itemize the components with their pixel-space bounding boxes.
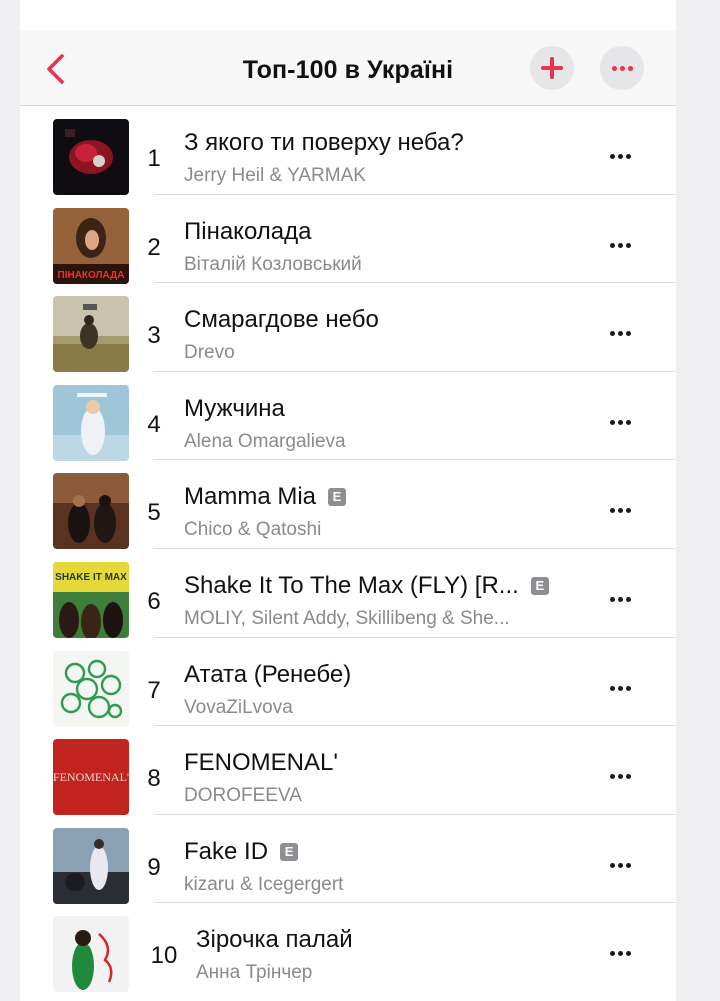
more-options-button[interactable] bbox=[600, 46, 644, 90]
track-rank: 10 bbox=[150, 942, 178, 970]
track-rank: 6 bbox=[147, 587, 161, 615]
ellipsis-icon bbox=[610, 596, 631, 602]
track-artist: DOROFEEVA bbox=[184, 785, 302, 807]
track-row[interactable]: 1 З якого ти поверху неба? Jerry Heil & … bbox=[20, 106, 676, 195]
track-artist: VovaZiLvova bbox=[184, 696, 293, 718]
ellipsis-icon bbox=[610, 508, 631, 514]
track-more-button[interactable] bbox=[610, 862, 631, 868]
track-title: Мужчина bbox=[184, 394, 285, 422]
track-artist: Анна Трінчер bbox=[196, 962, 313, 984]
track-artist: Alena Omargalieva bbox=[184, 430, 346, 452]
track-rank: 2 bbox=[147, 233, 161, 261]
add-button[interactable] bbox=[530, 46, 574, 90]
track-rank: 8 bbox=[147, 765, 161, 793]
album-art: ПІНАКОЛАДА bbox=[53, 207, 129, 284]
ellipsis-icon bbox=[610, 419, 631, 425]
track-title: Зірочка палай bbox=[196, 926, 353, 954]
svg-text:ПІНАКОЛАДА: ПІНАКОЛАДА bbox=[58, 270, 125, 281]
track-row[interactable]: 4 Мужчина Alena Omargalieva bbox=[20, 372, 676, 461]
track-title: Атата (Ренебе) bbox=[184, 660, 352, 688]
ellipsis-icon bbox=[611, 65, 633, 71]
track-more-button[interactable] bbox=[610, 419, 631, 425]
explicit-badge: E bbox=[280, 842, 299, 861]
explicit-badge: E bbox=[530, 576, 549, 595]
track-title: З якого ти поверху неба? bbox=[184, 129, 464, 156]
track-artist: Віталій Козловський bbox=[184, 253, 362, 275]
ellipsis-icon bbox=[610, 154, 631, 159]
ellipsis-icon bbox=[610, 951, 631, 957]
nav-header: Топ-100 в Україні bbox=[20, 30, 676, 106]
track-more-button[interactable] bbox=[610, 154, 631, 159]
track-row[interactable]: SHAKE IT MAX 6 Shake It To The Max (FLY)… bbox=[20, 549, 676, 638]
album-art bbox=[53, 296, 129, 373]
track-row[interactable]: 5 Mamma Mia E Chico & Qatoshi bbox=[20, 460, 676, 550]
album-art bbox=[53, 650, 129, 727]
track-rank: 5 bbox=[147, 499, 161, 527]
album-art: FENOMENAL' bbox=[53, 739, 129, 816]
ellipsis-icon bbox=[610, 862, 631, 868]
explicit-badge: E bbox=[328, 488, 347, 507]
track-title: Смарагдове небо bbox=[184, 306, 379, 334]
track-more-button[interactable] bbox=[610, 596, 631, 602]
album-art bbox=[53, 916, 129, 993]
track-row[interactable]: 7 Атата (Ренебе) VovaZiLvova bbox=[20, 638, 676, 727]
track-more-button[interactable] bbox=[610, 331, 631, 337]
album-art bbox=[53, 473, 129, 550]
plus-icon bbox=[541, 57, 563, 79]
track-title: Пінаколада bbox=[184, 217, 312, 245]
track-more-button[interactable] bbox=[610, 508, 631, 514]
ellipsis-icon bbox=[610, 242, 631, 248]
track-rank: 1 bbox=[147, 145, 161, 172]
track-rank: 4 bbox=[147, 410, 161, 438]
track-more-button[interactable] bbox=[610, 242, 631, 248]
track-row[interactable]: ПІНАКОЛАДА 2 Пінаколада Віталій Козловсь… bbox=[20, 195, 676, 284]
album-art bbox=[53, 827, 129, 904]
track-artist: Chico & Qatoshi bbox=[184, 519, 322, 541]
track-list: 1 З якого ти поверху неба? Jerry Heil & … bbox=[20, 106, 676, 993]
track-artist: Drevo bbox=[184, 342, 235, 364]
track-artist: kizaru & Icegergert bbox=[184, 873, 344, 895]
track-more-button[interactable] bbox=[610, 685, 631, 691]
album-art: SHAKE IT MAX bbox=[53, 561, 129, 638]
svg-text:FENOMENAL': FENOMENAL' bbox=[53, 770, 129, 784]
track-rank: 9 bbox=[147, 853, 161, 881]
svg-text:SHAKE IT MAX: SHAKE IT MAX bbox=[55, 572, 127, 583]
track-rank: 3 bbox=[147, 322, 161, 350]
track-title: Fake ID E bbox=[184, 838, 564, 866]
track-title: Mamma Mia E bbox=[184, 483, 564, 511]
track-row[interactable]: 10 Зірочка палай Анна Трінчер bbox=[20, 903, 676, 993]
track-title: Shake It To The Max (FLY) [R... E bbox=[184, 572, 564, 600]
track-more-button[interactable] bbox=[610, 951, 631, 957]
track-artist: Jerry Heil & YARMAK bbox=[184, 165, 366, 186]
ellipsis-icon bbox=[610, 331, 631, 337]
track-more-button[interactable] bbox=[610, 774, 631, 780]
track-row[interactable]: FENOMENAL' 8 FENOMENAL' DOROFEEVA bbox=[20, 726, 676, 816]
track-title: FENOMENAL' bbox=[184, 749, 338, 777]
track-row[interactable]: 3 Смарагдове небо Drevo bbox=[20, 283, 676, 373]
track-rank: 7 bbox=[147, 676, 161, 704]
album-art bbox=[53, 119, 129, 195]
track-artist: MOLIY, Silent Addy, Skillibeng & She... bbox=[184, 607, 510, 629]
track-row[interactable]: 9 Fake ID E kizaru & Icegergert bbox=[20, 815, 676, 904]
ellipsis-icon bbox=[610, 774, 631, 780]
album-art bbox=[53, 384, 129, 461]
ellipsis-icon bbox=[610, 685, 631, 691]
page-title: Топ-100 в Україні bbox=[242, 56, 454, 84]
